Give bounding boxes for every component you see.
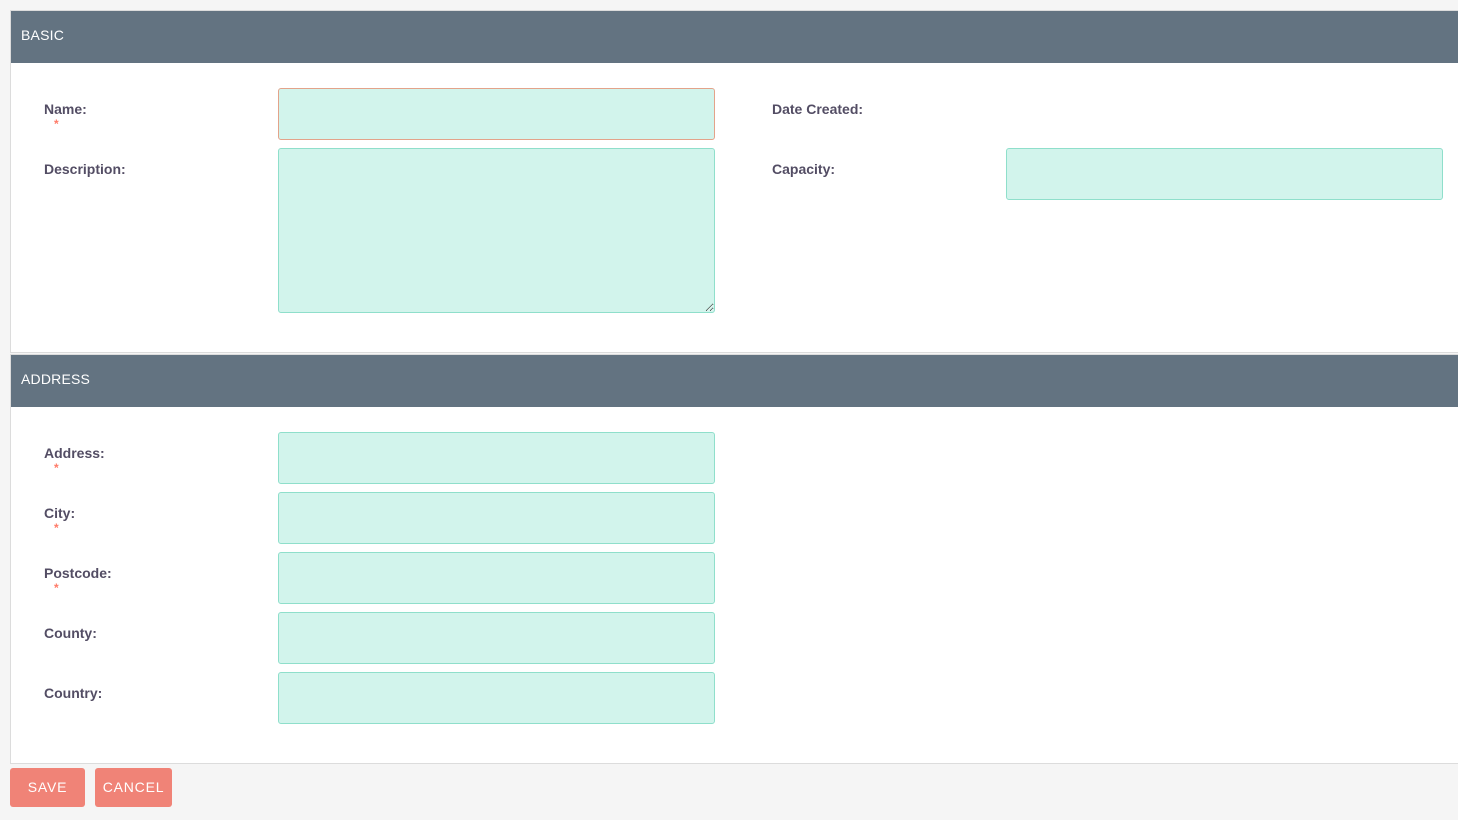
cancel-button[interactable]: CANCEL: [95, 768, 172, 807]
edit-form-page: BASIC Name: * Date Created: Description:…: [0, 0, 1458, 820]
address-required-mark: *: [54, 461, 59, 475]
city-required-mark: *: [54, 521, 59, 535]
address-panel: ADDRESS: [10, 354, 1458, 764]
county-input[interactable]: [278, 612, 715, 664]
basic-panel-header[interactable]: BASIC: [11, 11, 1458, 63]
name-input[interactable]: [278, 88, 715, 140]
description-label: Description:: [44, 161, 126, 177]
description-textarea[interactable]: [278, 148, 715, 313]
postcode-label: Postcode:: [44, 565, 112, 581]
country-label: Country:: [44, 685, 103, 701]
postcode-required-mark: *: [54, 581, 59, 595]
save-button[interactable]: SAVE: [10, 768, 85, 807]
capacity-label: Capacity:: [772, 161, 836, 177]
address-panel-header[interactable]: ADDRESS: [11, 355, 1458, 407]
postcode-input[interactable]: [278, 552, 715, 604]
name-label: Name:: [44, 101, 87, 117]
capacity-input[interactable]: [1006, 148, 1443, 200]
address-input[interactable]: [278, 432, 715, 484]
city-label: City:: [44, 505, 76, 521]
county-label: County:: [44, 625, 97, 641]
name-required-mark: *: [54, 117, 59, 131]
address-label: Address:: [44, 445, 105, 461]
city-input[interactable]: [278, 492, 715, 544]
country-input[interactable]: [278, 672, 715, 724]
date-created-label: Date Created:: [772, 101, 864, 117]
